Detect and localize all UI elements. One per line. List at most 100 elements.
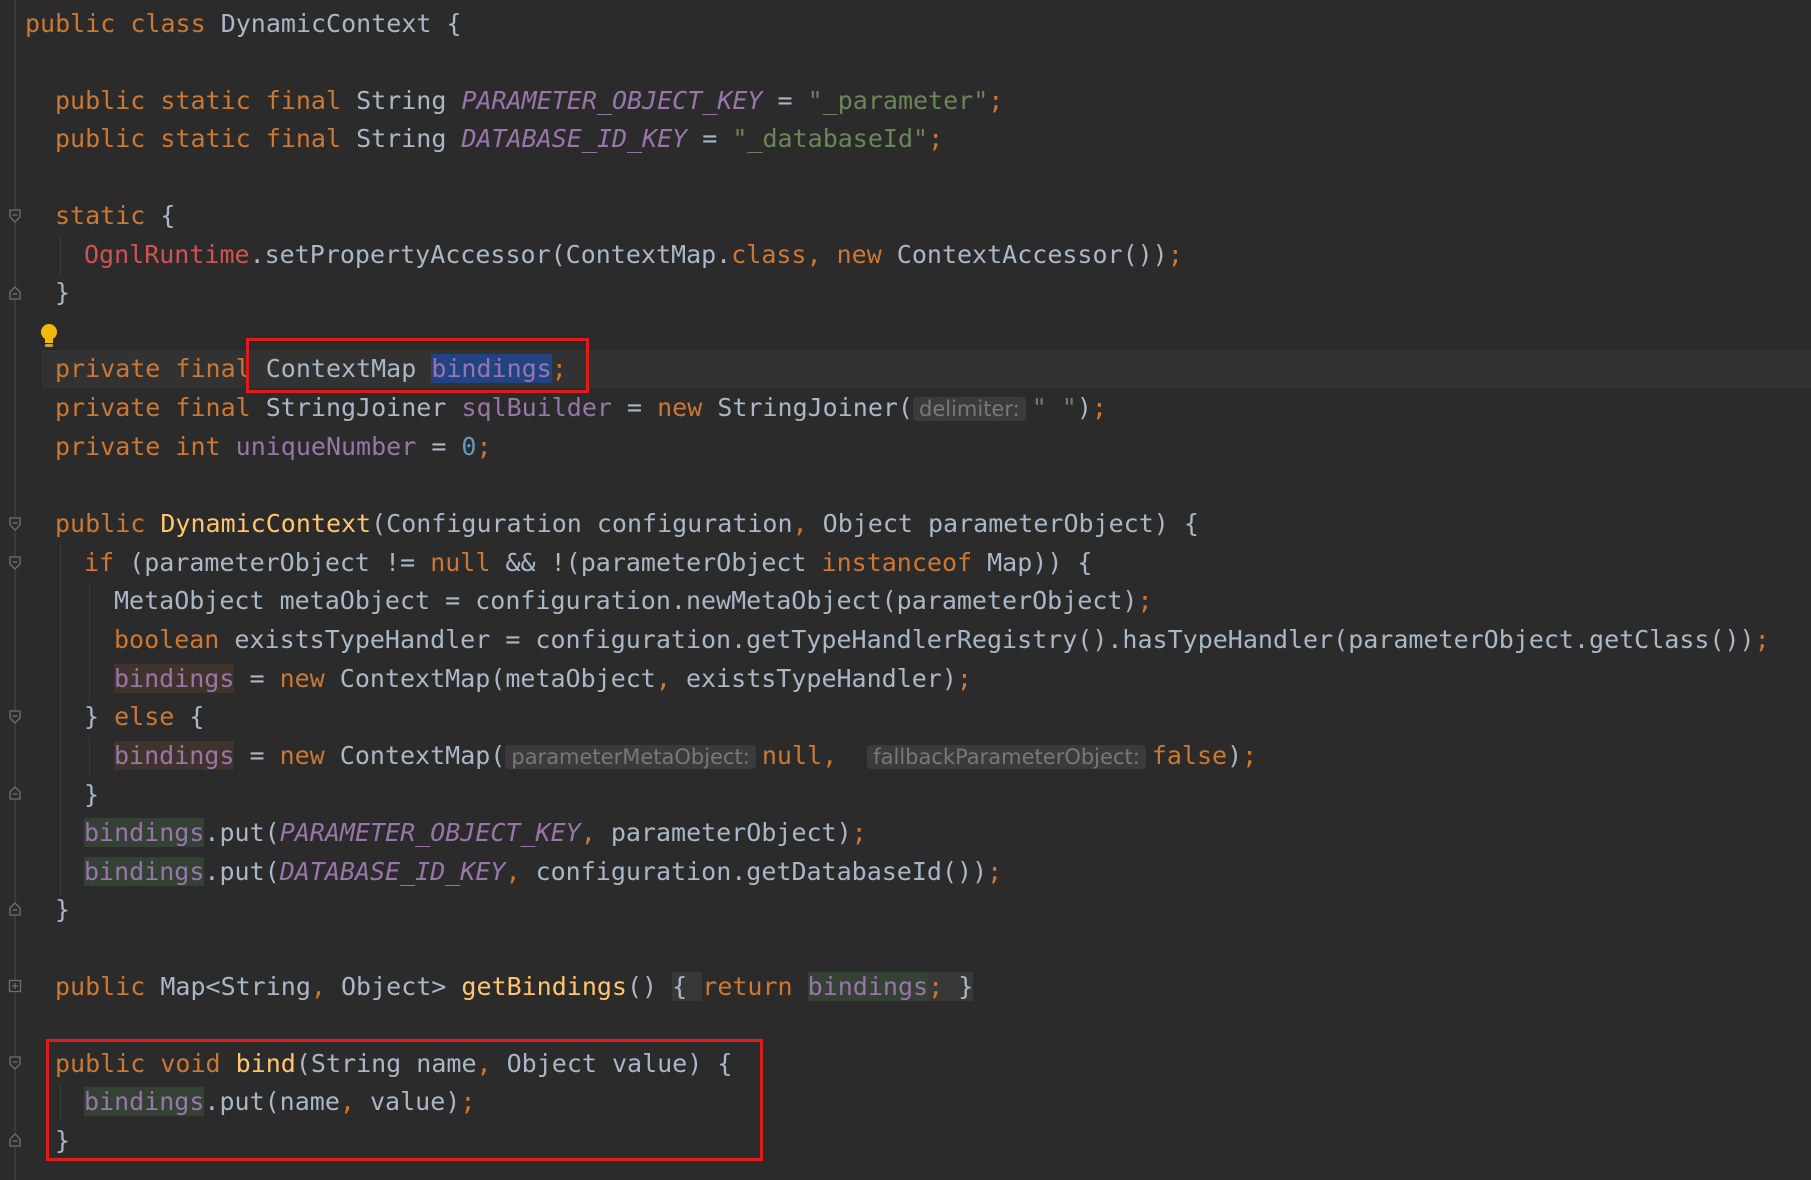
code-line-set-property-accessor[interactable]: OgnlRuntime.setPropertyAccessor(ContextM… [84,236,1183,274]
token-class-name: DynamicContext [220,9,432,38]
token-punct: { [431,9,462,38]
code-line-exists-type-handler[interactable]: boolean existsTypeHandler = configuratio… [114,621,1770,659]
code-line-put-database-id[interactable]: bindings.put(DATABASE_ID_KEY, configurat… [84,853,1002,891]
code-line-parameter-key[interactable]: public static final String PARAMETER_OBJ… [55,82,1003,120]
fold-open-icon[interactable] [8,209,22,223]
code-line-static-block[interactable]: static { [55,197,175,235]
fold-close-icon[interactable] [8,786,22,800]
code-line-database-key[interactable]: public static final String DATABASE_ID_K… [55,120,943,158]
indent-guide [60,236,61,276]
token-call: ContextMap( [324,741,506,770]
token-comma: , [310,972,341,1001]
token-keyword: else [114,702,175,731]
token-keyword: return [702,972,793,1001]
token-string: " " [1031,393,1077,422]
token-type: String [356,124,447,153]
token-field-read: bindings [807,972,929,1001]
token-semicolon: ; [1137,586,1153,615]
folded-brace[interactable]: { [672,972,703,1001]
code-line-constructor[interactable]: public DynamicContext(Configuration conf… [55,505,1199,543]
token-punct: ) [1227,741,1243,770]
token-keyword: new [279,664,325,693]
token-semicolon: ; [851,818,867,847]
fold-close-icon[interactable] [8,1133,22,1147]
token-keyword: if [84,548,115,577]
token-type: String [356,86,447,115]
token-keyword: new [657,393,703,422]
parameter-hint: fallbackParameterObject: [867,745,1146,769]
token-constant: PARAMETER_OBJECT_KEY [279,818,581,847]
code-line-class-declaration[interactable]: public class DynamicContext { [25,5,462,43]
token-keyword: private [55,354,161,383]
token-keyword: boolean [114,625,220,654]
token-punct: { [145,201,176,230]
token-expr: MetaObject metaObject = configuration.ne… [114,586,1138,615]
annotation-box-bind-method [46,1039,763,1161]
token-operator: = [687,124,733,153]
token-semicolon: ; [1242,741,1258,770]
token-keyword: final [175,393,251,422]
token-keyword: public [25,9,116,38]
code-line-get-bindings[interactable]: public Map<String, Object> getBindings()… [55,968,974,1006]
code-line-bindings-assign-null[interactable]: bindings = new ContextMap(parameterMetaO… [114,737,1257,775]
code-line-else[interactable]: } else { [84,698,204,736]
fold-open-icon[interactable] [8,710,22,724]
token-call: .put( [204,818,280,847]
fold-collapsed-icon[interactable] [8,979,22,993]
code-line-close-brace[interactable]: } [84,776,99,814]
fold-close-icon[interactable] [8,902,22,916]
lightbulb-icon[interactable] [38,322,60,348]
token-keyword: static [160,86,251,115]
token-keyword: false [1151,741,1228,770]
token-operator: = [234,664,280,693]
token-call: parameterObject) [610,818,852,847]
code-line-meta-object[interactable]: MetaObject metaObject = configuration.ne… [114,582,1153,620]
token-keyword: public [55,509,146,538]
token-expr: && !(parameterObject [490,548,822,577]
code-line-put-parameter[interactable]: bindings.put(PARAMETER_OBJECT_KEY, param… [84,814,867,852]
token-punct: } [55,278,71,307]
token-call: existsTypeHandler) [685,664,957,693]
fold-close-icon[interactable] [8,286,22,300]
code-line-close-brace[interactable]: } [55,274,70,312]
token-string: "_parameter" [807,86,989,115]
token-keyword: static [160,124,251,153]
fold-open-icon[interactable] [8,556,22,570]
token-keyword: final [175,354,251,383]
token-call: .put( [204,857,280,886]
parameter-hint: delimiter: [912,397,1026,421]
token-semicolon: ; [928,972,959,1001]
token-field-write: bindings [114,741,235,770]
token-comma: , [806,240,837,269]
token-type: Map<String [145,972,311,1001]
indent-guide [89,737,90,777]
fold-open-icon[interactable] [8,1056,22,1070]
token-comma: , [792,509,823,538]
token-punct: () [627,972,658,1001]
token-field: uniqueNumber [235,432,417,461]
code-line-unique-number[interactable]: private int uniqueNumber = 0; [55,428,492,466]
token-type: Object> [341,972,462,1001]
code-editor[interactable]: public class DynamicContext { public sta… [0,0,1811,1180]
token-number: 0 [461,432,477,461]
token-keyword: new [279,741,325,770]
token-semicolon: ; [1754,625,1770,654]
token-semicolon: ; [956,664,972,693]
token-operator: = [416,432,462,461]
token-keyword: int [175,432,221,461]
code-line-close-brace[interactable]: } [55,891,70,929]
folded-brace[interactable]: } [958,972,974,1001]
gutter[interactable] [0,0,42,1180]
code-line-sql-builder[interactable]: private final StringJoiner sqlBuilder = … [55,389,1107,427]
token-keyword: class [731,240,807,269]
token-keyword: static [55,201,146,230]
token-semicolon: ; [476,432,492,461]
code-line-bindings-assign[interactable]: bindings = new ContextMap(metaObject, ex… [114,660,972,698]
fold-open-icon[interactable] [8,517,22,531]
code-line-if[interactable]: if (parameterObject != null && !(paramet… [84,544,1092,582]
gutter-divider [14,0,16,1180]
indent-guide [60,544,61,896]
token-semicolon: ; [1091,393,1107,422]
token-method-name: getBindings [461,972,627,1001]
token-field-read: bindings [84,818,205,847]
